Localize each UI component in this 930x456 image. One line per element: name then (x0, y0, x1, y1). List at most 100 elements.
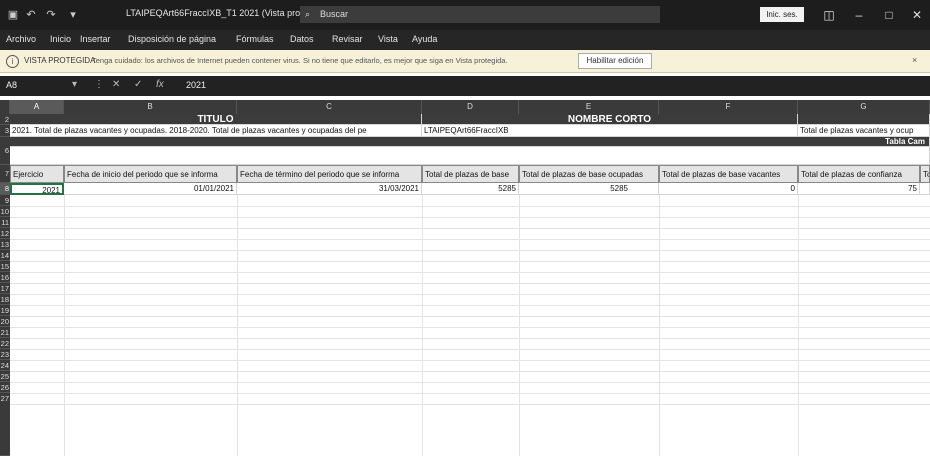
descripcion-cell[interactable]: 2021. Total de plazas vacantes y ocupada… (10, 125, 422, 137)
column-header-f[interactable]: F (659, 100, 798, 114)
row-header[interactable]: 25 (0, 371, 10, 382)
header-truncated[interactable]: To (920, 165, 930, 183)
row-header[interactable]: 8 (0, 183, 10, 195)
cell-a8-selected[interactable]: 2021 (10, 183, 64, 195)
quick-access-dropdown-icon[interactable]: ▾ (66, 7, 80, 23)
cell-b8[interactable]: 01/01/2021 (64, 183, 237, 195)
row-header[interactable]: 22 (0, 338, 10, 349)
search-box[interactable]: ⌕ Buscar (300, 6, 660, 23)
titulo-header[interactable]: TÍTULO (10, 114, 422, 125)
row-header[interactable]: 10 (0, 206, 10, 217)
row-header[interactable]: 20 (0, 316, 10, 327)
ribbon-display-icon[interactable]: ◫ (818, 6, 840, 24)
row-header[interactable]: 21 (0, 327, 10, 338)
nombre-corto-cell[interactable]: LTAIPEQArt66FraccIXB (422, 125, 798, 137)
enable-editing-button[interactable]: Habilitar edición (578, 53, 652, 69)
protected-view-title: VISTA PROTEGIDA (24, 56, 96, 65)
close-icon[interactable]: × (912, 55, 917, 65)
menu-inicio[interactable]: Inicio (50, 34, 71, 44)
header-plazas-ocupadas[interactable]: Total de plazas de base ocupadas (519, 165, 659, 183)
descripcion-header[interactable] (798, 114, 930, 125)
menu-datos[interactable]: Datos (290, 34, 314, 44)
row-header[interactable]: 2 (0, 114, 10, 125)
close-button[interactable]: ✕ (906, 6, 928, 24)
gridline (10, 327, 930, 328)
empty-row[interactable] (10, 147, 930, 165)
row-header[interactable]: 17 (0, 283, 10, 294)
row-header[interactable]: 27 (0, 393, 10, 456)
header-ejercicio[interactable]: Ejercicio (10, 165, 64, 183)
row-header[interactable]: 3 (0, 125, 10, 137)
row-header[interactable]: 12 (0, 228, 10, 239)
tabla-campos-label[interactable]: Tabla Cam (798, 137, 930, 147)
gridline (10, 283, 930, 284)
section-bar (10, 137, 930, 147)
nombre-corto-header[interactable]: NOMBRE CORTO (422, 114, 798, 125)
minimize-button[interactable]: – (848, 6, 870, 24)
gridline (10, 294, 930, 295)
column-header-e[interactable]: E (519, 100, 659, 114)
menu-disposicion-pagina[interactable]: Disposición de página (128, 34, 216, 44)
descripcion-g-cell[interactable]: Total de plazas vacantes y ocup (798, 125, 930, 137)
cell-e8[interactable]: 5285 (519, 183, 659, 195)
gridline (10, 250, 930, 251)
row-header[interactable]: 11 (0, 217, 10, 228)
menu-archivo[interactable]: Archivo (6, 34, 36, 44)
header-plazas-confianza[interactable]: Total de plazas de confianza (798, 165, 920, 183)
row-header[interactable]: 24 (0, 360, 10, 371)
column-header-d[interactable]: D (422, 100, 519, 114)
menu-vista[interactable]: Vista (378, 34, 398, 44)
cell-g8[interactable]: 75 (798, 183, 920, 195)
gridline (10, 382, 930, 383)
select-all-corner[interactable] (0, 100, 10, 114)
row-header[interactable]: 6 (0, 137, 10, 165)
row-header[interactable]: 16 (0, 272, 10, 283)
column-header-a[interactable]: A (10, 100, 64, 114)
row-header[interactable]: 9 (0, 195, 10, 206)
header-plazas-base[interactable]: Total de plazas de base (422, 165, 519, 183)
menu-insertar[interactable]: Insertar (80, 34, 111, 44)
redo-icon[interactable]: ↷ (44, 7, 58, 23)
row-header[interactable]: 7 (0, 165, 10, 183)
row-header[interactable]: 19 (0, 305, 10, 316)
column-header-b[interactable]: B (64, 100, 237, 114)
row-header[interactable]: 15 (0, 261, 10, 272)
save-icon[interactable]: ▣ (6, 7, 20, 23)
header-fecha-inicio[interactable]: Fecha de inicio del periodo que se infor… (64, 165, 237, 183)
row-header[interactable]: 14 (0, 250, 10, 261)
column-header-c[interactable]: C (237, 100, 422, 114)
name-box[interactable]: A8 (6, 80, 17, 90)
header-fecha-termino[interactable]: Fecha de término del periodo que se info… (237, 165, 422, 183)
cell-h8[interactable] (920, 183, 930, 195)
gridline (10, 316, 930, 317)
menu-ayuda[interactable]: Ayuda (412, 34, 437, 44)
search-icon: ⌕ (305, 9, 311, 19)
formula-input[interactable]: 2021 (186, 80, 206, 90)
maximize-button[interactable]: □ (878, 6, 900, 24)
row-header[interactable]: 23 (0, 349, 10, 360)
cell-f8[interactable]: 0 (659, 183, 798, 195)
menu-formulas[interactable]: Fórmulas (236, 34, 274, 44)
row-header[interactable]: 18 (0, 294, 10, 305)
cancel-icon[interactable]: ✕ (112, 79, 120, 90)
gridline (10, 305, 930, 306)
row-header[interactable]: 26 (0, 382, 10, 393)
header-plazas-vacantes[interactable]: Total de plazas de base vacantes (659, 165, 798, 183)
name-box-dropdown-icon[interactable]: ▾ (72, 79, 77, 90)
spreadsheet-grid[interactable]: A B C D E F G 2 3 6 7 8 9 10 11 12 13 14… (0, 100, 930, 456)
enter-icon[interactable]: ✓ (134, 79, 142, 90)
sign-in-button[interactable]: Inic. ses. (760, 7, 804, 22)
column-header-g[interactable]: G (798, 100, 930, 114)
gridline (10, 338, 930, 339)
gridline (10, 228, 930, 229)
cell-c8[interactable]: 31/03/2021 (237, 183, 422, 195)
cell-d8[interactable]: 5285 (422, 183, 519, 195)
undo-icon[interactable]: ↶ (24, 7, 38, 23)
menu-revisar[interactable]: Revisar (332, 34, 363, 44)
gridline (10, 239, 930, 240)
insert-function-icon[interactable]: fx (156, 79, 164, 90)
gridline (798, 195, 799, 456)
protected-view-bar: i VISTA PROTEGIDA Tenga cuidado: los arc… (0, 50, 930, 73)
row-header[interactable]: 13 (0, 239, 10, 250)
gridline (10, 404, 930, 405)
